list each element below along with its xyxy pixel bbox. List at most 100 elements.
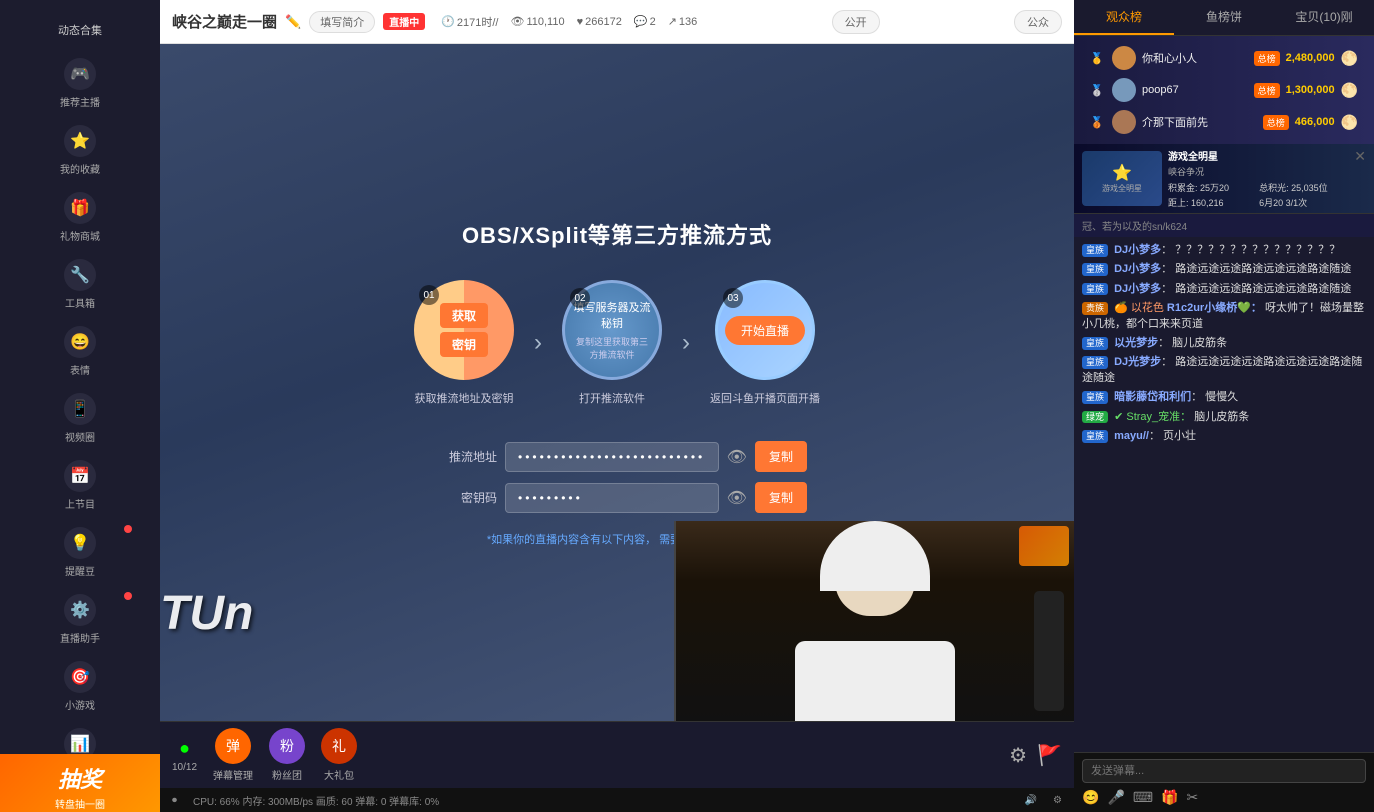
tun-overlay-text: TUn (160, 586, 253, 641)
webcam-overlay (674, 521, 1074, 721)
chat-msg-1: 皇族 DJ小梦多： 路途远途远途路途远途远途路途随途 (1082, 262, 1366, 277)
gift-rank-2: 🥈 (1090, 84, 1106, 97)
chat-area: 皇族 DJ小梦多： ？？？？？？？？？？？？？？？ 皇族 DJ小梦多： 路途远途… (1074, 237, 1374, 752)
game-banner-subtitle: 峡谷争况 (1168, 165, 1348, 178)
chat-msg-6: 皇族 暗影藤岱和利们： 慢慢久 (1082, 390, 1366, 405)
settings-small-icon[interactable]: ⚙ (1053, 795, 1062, 806)
schedule-icon: 📅 (64, 460, 96, 492)
stream-key-copy-button[interactable]: 复制 (755, 482, 807, 513)
step1-num: 01 (419, 285, 439, 305)
toolbar-danmu[interactable]: 弹 弹幕管理 (213, 728, 253, 782)
settings-icon[interactable]: ⚙ (1009, 743, 1027, 768)
eye-toggle-icon[interactable]: 👁 (727, 447, 747, 467)
tab-viewers[interactable]: 观众榜 (1074, 0, 1174, 35)
step2-label: 打开推流软件 (579, 390, 645, 406)
emoji-chat-icon[interactable]: 😊 (1082, 789, 1099, 806)
obs-step-3: 03 开始直播 返回斗鱼开播页面开播 (710, 280, 820, 406)
mic-icon[interactable]: 🎤 (1107, 789, 1124, 806)
favorite-icon: ⭐ (64, 125, 96, 157)
sidebar-item-schedule[interactable]: 📅 上节目 (0, 452, 160, 519)
flag-icon[interactable]: 🚩 (1037, 743, 1062, 768)
sidebar-item-favorite[interactable]: ⭐ 我的收藏 (0, 117, 160, 184)
step3-label: 返回斗鱼开播页面开播 (710, 390, 820, 406)
sidebar-item-favorite-label: 我的收藏 (60, 161, 100, 176)
toolbar-fans[interactable]: 粉 粉丝团 (269, 728, 305, 782)
sidebar-item-recommend-label: 推荐主播 (60, 94, 100, 109)
edit-icon[interactable]: ✏️ (285, 14, 301, 30)
scissors-icon[interactable]: ✂ (1187, 789, 1199, 806)
main-content: 峡谷之巅走一圈 ✏️ 填写简介 直播中 🕐 2171时// 👁 110,110 … (160, 0, 1074, 812)
viewers-stat: 👁 110,110 (511, 15, 565, 28)
stream-title: 峡谷之巅走一圈 (172, 11, 277, 32)
comments-value: 2 (650, 16, 656, 28)
gift-item-1: 🥇 你和心小人 总榜 2,480,000 🌕 (1084, 42, 1364, 74)
emoji-icon: 😄 (64, 326, 96, 358)
assistant-icon: ⚙️ (64, 594, 96, 626)
stats-bar: 直播中 🕐 2171时// 👁 110,110 ♥ 266172 💬 2 ↗ 1… (383, 13, 697, 30)
gift-name-1: 你和心小人 (1142, 50, 1248, 66)
gift-item-2: 🥈 poop67 总榜 1,300,000 🌕 (1084, 74, 1364, 106)
assistant-badge (124, 592, 132, 600)
sidebar-item-tools-label: 工具箱 (65, 295, 95, 310)
chat-username-0: DJ小梦多 (1114, 244, 1161, 256)
duration-stat: 🕐 2171时// (441, 14, 498, 30)
sidebar-item-assistant[interactable]: ⚙️ 直播助手 (0, 586, 160, 653)
left-sidebar: 动态合集 🎮 推荐主播 ⭐ 我的收藏 🎁 礼物商城 🔧 工具箱 😄 表情 📱 视… (0, 0, 160, 812)
key-eye-toggle-icon[interactable]: 👁 (727, 488, 747, 508)
tab-fishcake[interactable]: 鱼榜饼 (1174, 0, 1274, 35)
step1-label: 获取推流地址及密钥 (415, 390, 514, 406)
sidebar-item-minigame[interactable]: 🎯 小游戏 (0, 653, 160, 720)
gift-chat-icon[interactable]: 🎁 (1161, 789, 1178, 806)
toolbar-giftpack[interactable]: 礼 大礼包 (321, 728, 357, 782)
chat-input-row (1082, 759, 1366, 783)
tab-baby[interactable]: 宝贝(10)刚 (1274, 0, 1374, 35)
gift-badge-3: 总榜 (1263, 115, 1289, 130)
chat-badge-2: 皇族 (1082, 283, 1108, 296)
sidebar-top[interactable]: 动态合集 (0, 10, 160, 50)
introduce-button[interactable]: 填写简介 (309, 11, 375, 33)
sidebar-item-remind[interactable]: 💡 提醒豆 (0, 519, 160, 586)
stream-addr-input[interactable] (505, 442, 719, 472)
lottery-banner[interactable]: 抽奖 转盘抽一圈 (0, 754, 160, 812)
chat-input[interactable] (1082, 759, 1366, 783)
sidebar-item-emoji-label: 表情 (70, 362, 90, 377)
obs-step-1: 01 获取 密钥 获取推流地址及密钥 (414, 280, 514, 406)
sidebar-item-recommend[interactable]: 🎮 推荐主播 (0, 50, 160, 117)
chat-emoji-7: ✔ Stray_宠准： (1114, 411, 1191, 423)
chat-username-2: DJ小梦多 (1114, 283, 1161, 295)
lottery-sub: 转盘抽一圈 (10, 796, 150, 811)
keyboard-icon[interactable]: ⌨ (1133, 789, 1153, 806)
share-icon: ↗ (668, 15, 677, 28)
public-button[interactable]: 公开 (832, 10, 880, 34)
clock-icon: 🕐 (441, 15, 455, 28)
heart-icon: ♥ (577, 16, 584, 28)
game-banner-close-icon[interactable]: ✕ (1354, 148, 1366, 165)
step1-circle: 01 获取 密钥 (414, 280, 514, 380)
step2-arrow: › (682, 329, 690, 357)
public2-button[interactable]: 公众 (1014, 10, 1062, 34)
stream-addr-copy-button[interactable]: 复制 (755, 441, 807, 472)
volume-icon[interactable]: 🔊 (1025, 795, 1037, 806)
chat-msg-7: 绿宠 ✔ Stray_宠准： 脑儿皮筋条 (1082, 410, 1366, 425)
sidebar-item-gift[interactable]: 🎁 礼物商城 (0, 184, 160, 251)
chat-msg-8: 皇族 mayu//： 页小壮 (1082, 429, 1366, 444)
sidebar-item-tools[interactable]: 🔧 工具箱 (0, 251, 160, 318)
sidebar-item-video[interactable]: 📱 视频圈 (0, 385, 160, 452)
chat-msg-4: 皇族 以光梦步： 脑儿皮筋条 (1082, 336, 1366, 351)
toolbar-fans-label: 粉丝团 (272, 767, 302, 782)
likes-value: 266172 (585, 16, 622, 28)
stream-key-input[interactable] (505, 483, 719, 513)
step2-circle: 02 填写服务器及流秘钥 复制这里获取第三方推流软件 (562, 280, 662, 380)
chat-badge-6: 皇族 (1082, 391, 1108, 404)
comments-stat: 💬 2 (634, 15, 656, 28)
sidebar-item-emoji[interactable]: 😄 表情 (0, 318, 160, 385)
game-stat3: 距上: 160,216 (1168, 196, 1257, 209)
sidebar-item-assistant-label: 直播助手 (60, 630, 100, 645)
toolbar-giftpack-label: 大礼包 (324, 767, 354, 782)
live-dot: ● (179, 738, 190, 759)
webcam-person (676, 521, 1074, 721)
stream-key-label: 密钥码 (427, 489, 497, 506)
chat-badge-1: 皇族 (1082, 263, 1108, 276)
gift-coin-2: 🌕 (1341, 82, 1358, 99)
start-live-button[interactable]: 开始直播 (725, 316, 805, 345)
